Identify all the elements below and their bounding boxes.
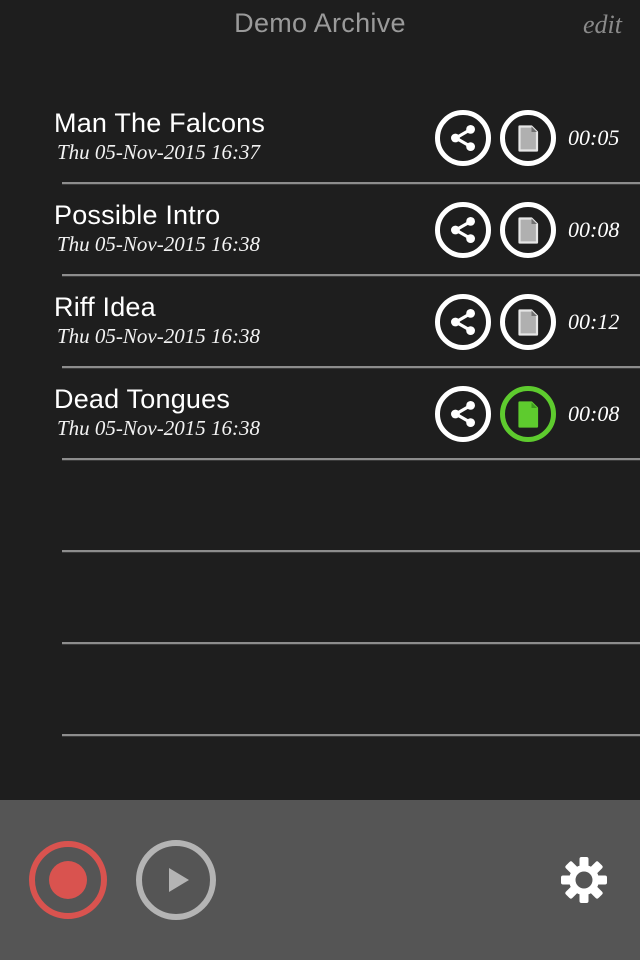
- document-button[interactable]: [500, 110, 556, 166]
- document-icon: [518, 401, 539, 428]
- edit-button[interactable]: edit: [583, 10, 622, 40]
- list-item[interactable]: Riff Idea Thu 05-Nov-2015 16:38 00:12: [0, 276, 640, 368]
- list-item-title: Riff Idea: [54, 292, 156, 322]
- header-bar: Demo Archive edit: [0, 0, 640, 56]
- list-item-empty: [0, 552, 640, 644]
- share-icon: [451, 125, 475, 151]
- document-icon: [518, 217, 539, 244]
- document-icon: [518, 125, 539, 152]
- share-button[interactable]: [435, 294, 491, 350]
- play-button[interactable]: [136, 840, 216, 920]
- list-item-actions: [435, 202, 562, 258]
- list-item[interactable]: Man The Falcons Thu 05-Nov-2015 16:37 00:0…: [0, 92, 640, 184]
- share-icon: [451, 401, 475, 427]
- record-icon: [49, 861, 87, 899]
- list-item-actions: [435, 110, 562, 166]
- list-item-date: Thu 05-Nov-2015 16:38: [57, 232, 260, 256]
- document-button[interactable]: [500, 202, 556, 258]
- list-item-empty: [0, 460, 640, 552]
- share-button[interactable]: [435, 386, 491, 442]
- page-title: Demo Archive: [234, 8, 406, 38]
- share-icon: [451, 217, 475, 243]
- list-item-duration: 00:08: [568, 217, 620, 242]
- list-item-duration: 00:08: [568, 401, 620, 426]
- gear-icon: [561, 857, 607, 903]
- list-item-date: Thu 05-Nov-2015 16:37: [57, 140, 260, 164]
- list-item-duration: 00:05: [568, 125, 620, 150]
- document-icon: [518, 309, 539, 336]
- list-item-actions: [435, 386, 562, 442]
- list-item-empty: [0, 644, 640, 736]
- share-icon: [451, 309, 475, 335]
- list-item-text: Man The Falcons Thu 05-Nov-2015 16:37: [54, 107, 435, 169]
- document-button[interactable]: [500, 386, 556, 442]
- recording-list: Man The Falcons Thu 05-Nov-2015 16:37 00:0…: [0, 56, 640, 800]
- list-item[interactable]: Dead Tongues Thu 05-Nov-2015 16:38 00:08: [0, 368, 640, 460]
- play-icon: [169, 868, 189, 892]
- bottom-toolbar: [0, 800, 640, 960]
- list-item-title: Dead Tongues: [54, 384, 231, 414]
- list-item[interactable]: Possible Intro Thu 05-Nov-2015 16:38 00:08: [0, 184, 640, 276]
- list-separator: [62, 734, 640, 736]
- share-button[interactable]: [435, 110, 491, 166]
- settings-button[interactable]: [556, 852, 612, 908]
- list-item-date: Thu 05-Nov-2015 16:38: [57, 324, 260, 348]
- document-button[interactable]: [500, 294, 556, 350]
- app-root: Demo Archive edit Man The Falcons Thu 05-…: [0, 0, 640, 960]
- list-item-date: Thu 05-Nov-2015 16:38: [57, 416, 260, 440]
- list-item-title: Possible Intro: [54, 200, 221, 230]
- record-button[interactable]: [29, 841, 107, 919]
- list-item-text: Possible Intro Thu 05-Nov-2015 16:38: [54, 199, 435, 261]
- share-button[interactable]: [435, 202, 491, 258]
- list-item-actions: [435, 294, 562, 350]
- list-item-text: Riff Idea Thu 05-Nov-2015 16:38: [54, 291, 435, 353]
- list-item-duration: 00:12: [568, 309, 620, 334]
- list-item-text: Dead Tongues Thu 05-Nov-2015 16:38: [54, 383, 435, 445]
- list-item-title: Man The Falcons: [54, 108, 266, 138]
